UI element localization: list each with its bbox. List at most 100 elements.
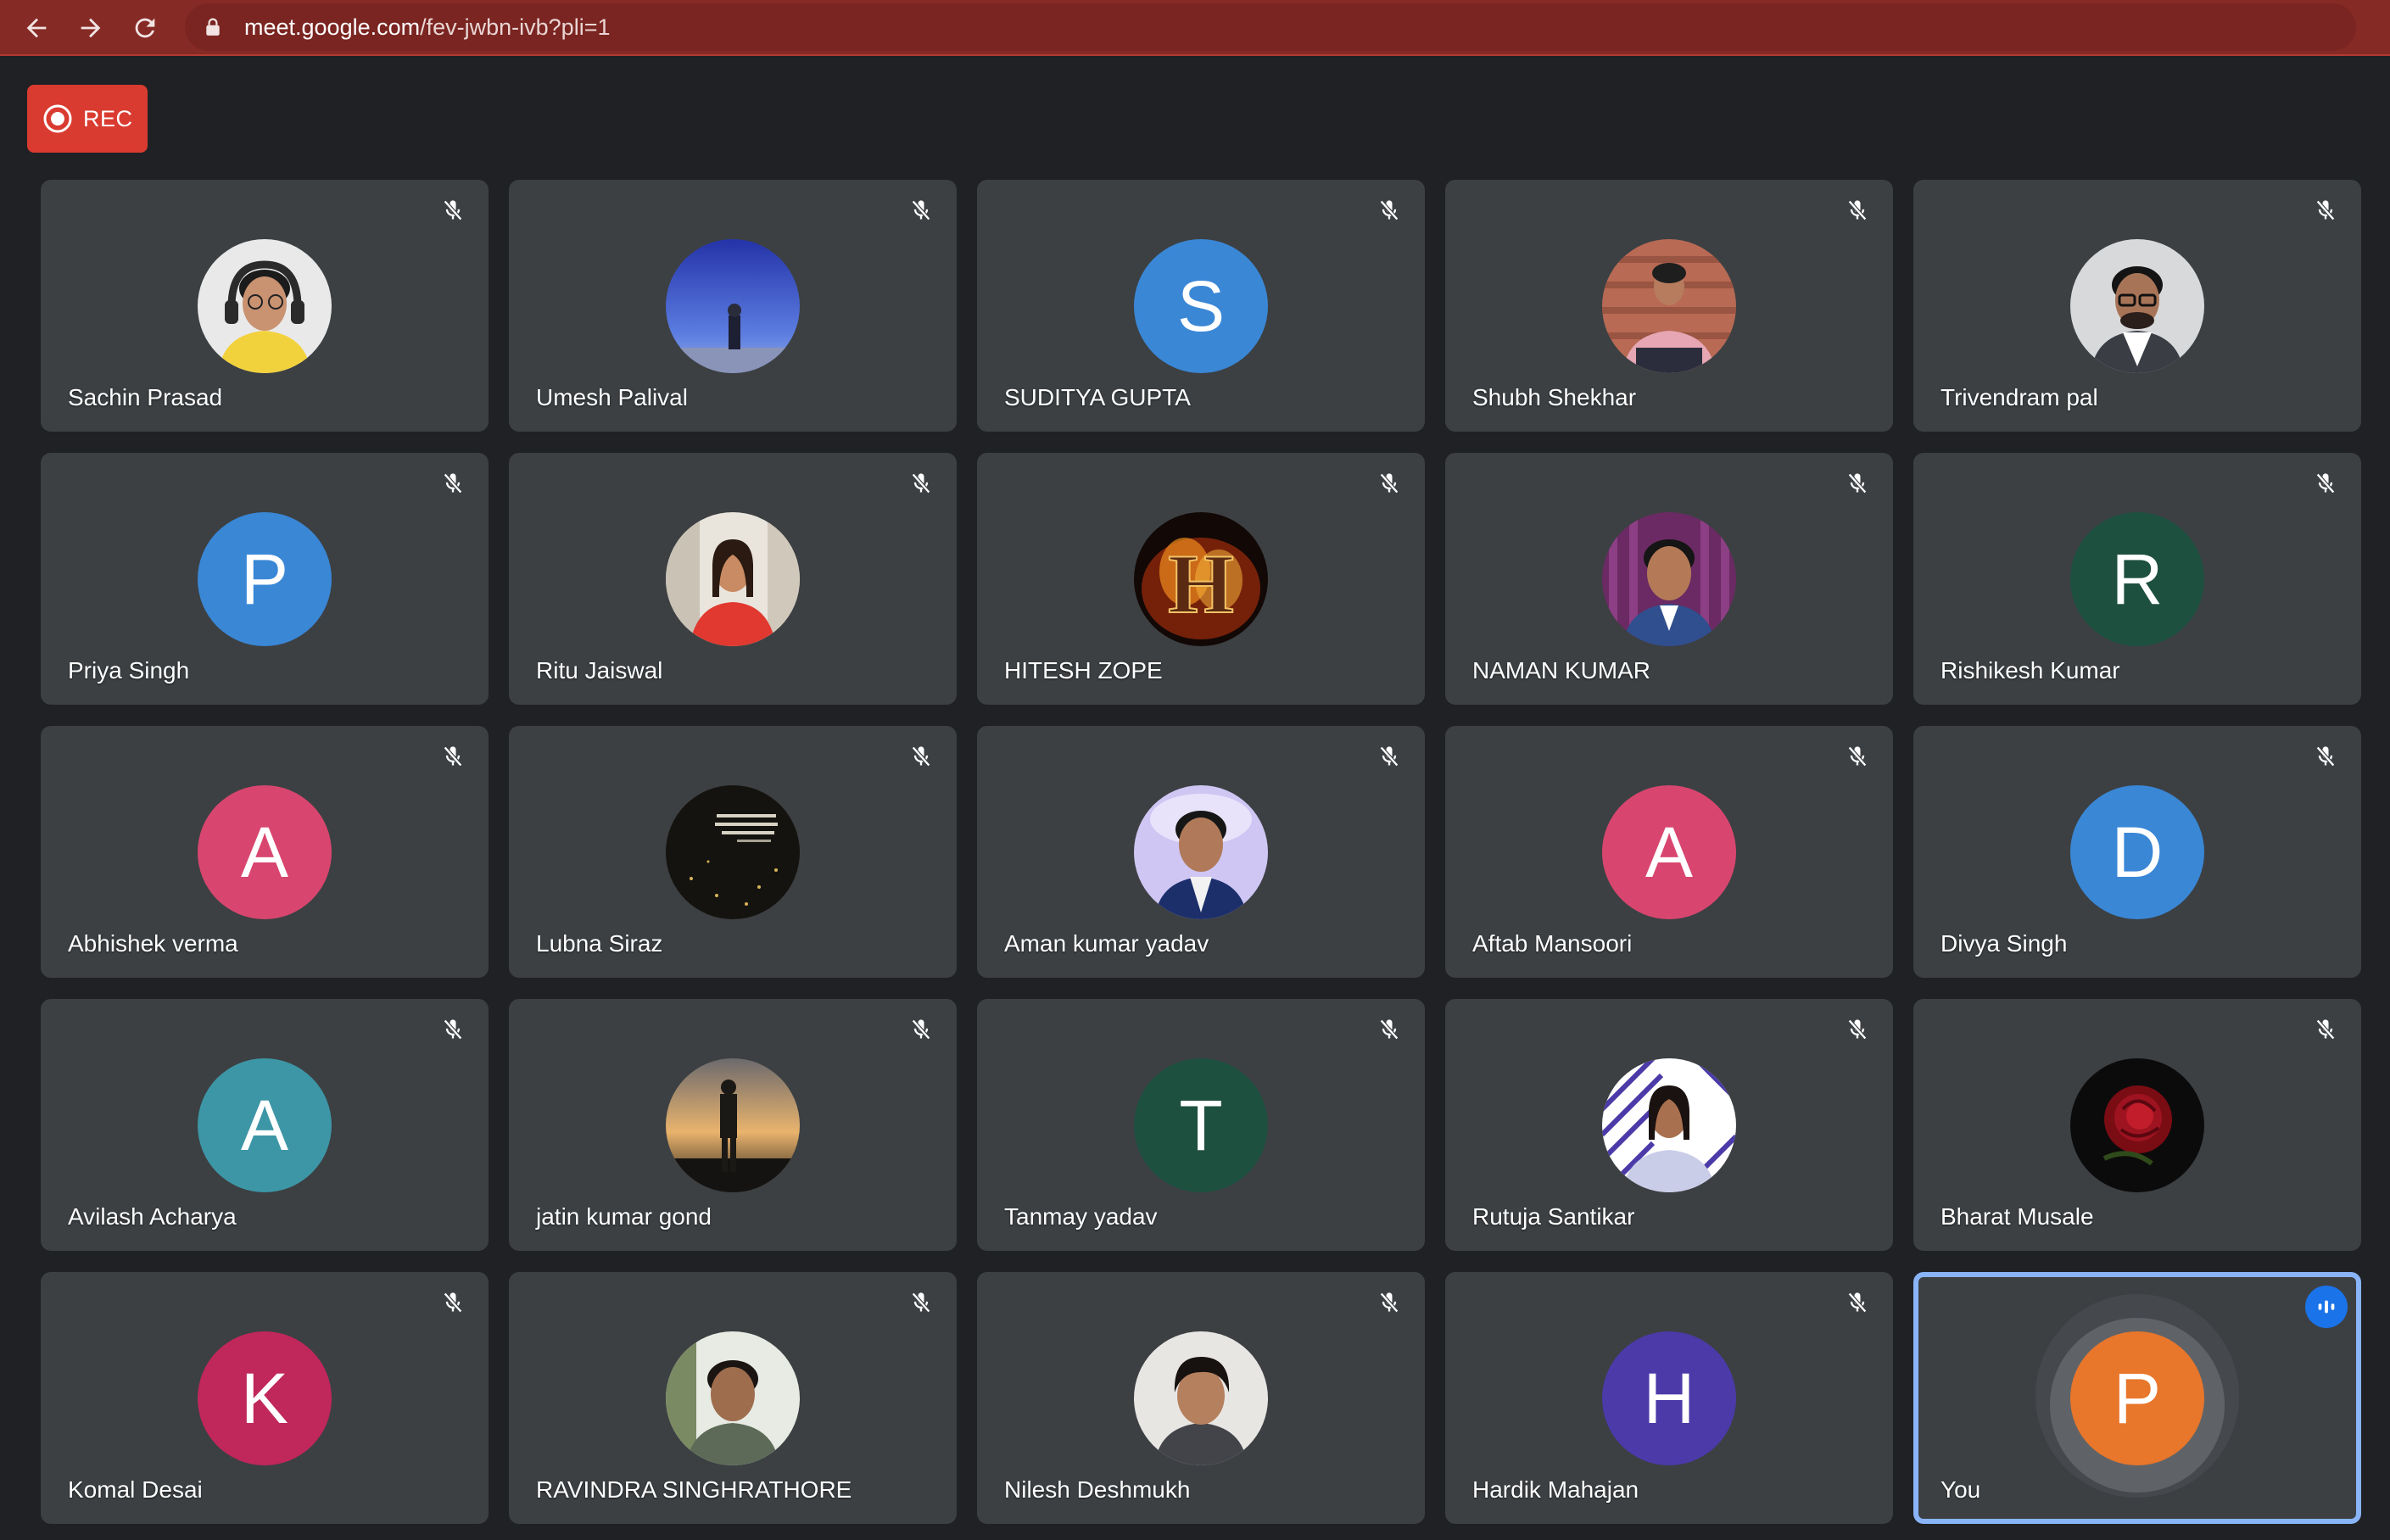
participant-tile[interactable]: K Komal Desai xyxy=(41,1272,489,1524)
mic-off-icon[interactable] xyxy=(1840,1013,1874,1046)
mic-off-icon[interactable] xyxy=(904,739,938,773)
mic-off-icon[interactable] xyxy=(436,1286,470,1320)
back-button[interactable] xyxy=(15,7,58,49)
participant-name: RAVINDRA SINGHRATHORE xyxy=(536,1476,852,1503)
avatar-photo xyxy=(2070,1058,2204,1192)
avatar-photo xyxy=(1602,512,1736,646)
participant-tile[interactable]: T Tanmay yadav xyxy=(977,999,1425,1251)
participant-name: Umesh Palival xyxy=(536,384,688,410)
participant-tile-self[interactable]: P You xyxy=(1913,1272,2361,1524)
participant-name: Abhishek verma xyxy=(68,930,238,957)
participant-tile[interactable]: Lubna Siraz xyxy=(509,726,957,978)
avatar: A xyxy=(198,1058,332,1192)
mic-off-icon[interactable] xyxy=(2309,739,2343,773)
mic-off-icon[interactable] xyxy=(1840,1286,1874,1320)
avatar: H xyxy=(1602,1331,1736,1465)
avatar-photo xyxy=(666,239,800,373)
participant-tile[interactable]: H Hardik Mahajan xyxy=(1445,1272,1893,1524)
participant-name: Shubh Shekhar xyxy=(1472,384,1637,410)
browser-toolbar: meet.google.com/fev-jwbn-ivb?pli=1 xyxy=(0,0,2390,56)
mic-off-icon[interactable] xyxy=(1840,193,1874,227)
mic-off-icon[interactable] xyxy=(904,193,938,227)
mic-off-icon[interactable] xyxy=(436,739,470,773)
participant-name: Nilesh Deshmukh xyxy=(1004,1476,1191,1503)
participant-tile[interactable]: Umesh Palival xyxy=(509,180,957,432)
mic-off-icon[interactable] xyxy=(904,466,938,500)
participant-name: Hardik Mahajan xyxy=(1472,1476,1639,1503)
participant-name: Avilash Acharya xyxy=(68,1203,237,1230)
participant-name: Tanmay yadav xyxy=(1004,1203,1158,1230)
recording-button[interactable]: REC xyxy=(27,85,148,153)
participant-tile[interactable]: S SUDITYA GUPTA xyxy=(977,180,1425,432)
participant-tile[interactable]: Aman kumar yadav xyxy=(977,726,1425,978)
avatar: D xyxy=(2070,785,2204,919)
mic-off-icon[interactable] xyxy=(1372,466,1406,500)
forward-button[interactable] xyxy=(70,7,112,49)
recording-label: REC xyxy=(83,105,133,131)
participant-tile[interactable]: A Avilash Acharya xyxy=(41,999,489,1251)
participant-tile[interactable]: jatin kumar gond xyxy=(509,999,957,1251)
avatar-photo xyxy=(1134,1331,1268,1465)
avatar-initial: A xyxy=(240,1085,289,1165)
participant-tile[interactable]: D Divya Singh xyxy=(1913,726,2361,978)
participant-name: NAMAN KUMAR xyxy=(1472,657,1651,684)
avatar-photo xyxy=(198,239,332,373)
mic-off-icon[interactable] xyxy=(904,1013,938,1046)
avatar: A xyxy=(1602,785,1736,919)
mic-off-icon[interactable] xyxy=(2309,193,2343,227)
url-domain: meet.google.com xyxy=(244,14,421,40)
record-icon xyxy=(43,104,72,133)
mic-off-icon[interactable] xyxy=(1840,466,1874,500)
participant-tile[interactable]: Nilesh Deshmukh xyxy=(977,1272,1425,1524)
avatar-initial: D xyxy=(2111,812,2164,892)
participant-tile[interactable]: H HITESH ZOPE xyxy=(977,453,1425,705)
participant-tile[interactable]: Rutuja Santikar xyxy=(1445,999,1893,1251)
participant-tile[interactable]: Shubh Shekhar xyxy=(1445,180,1893,432)
arrow-left-icon xyxy=(26,18,47,38)
mic-off-icon[interactable] xyxy=(2309,466,2343,500)
participant-tile[interactable]: Ritu Jaiswal xyxy=(509,453,957,705)
participant-tile[interactable]: RAVINDRA SINGHRATHORE xyxy=(509,1272,957,1524)
participant-tile[interactable]: P Priya Singh xyxy=(41,453,489,705)
avatar-photo xyxy=(666,1331,800,1465)
avatar-photo xyxy=(1602,239,1736,373)
participant-name: Bharat Musale xyxy=(1940,1203,2094,1230)
mic-off-icon[interactable] xyxy=(436,193,470,227)
avatar: S xyxy=(1134,239,1268,373)
avatar: R xyxy=(2070,512,2204,646)
reload-button[interactable] xyxy=(124,7,166,49)
participant-tile[interactable]: A Abhishek verma xyxy=(41,726,489,978)
mic-off-icon[interactable] xyxy=(436,1013,470,1046)
avatar-initial: P xyxy=(240,539,289,619)
address-bar[interactable]: meet.google.com/fev-jwbn-ivb?pli=1 xyxy=(185,3,2356,51)
participant-name: Aftab Mansoori xyxy=(1472,930,1633,957)
mic-off-icon[interactable] xyxy=(1372,1286,1406,1320)
participant-tile[interactable]: NAMAN KUMAR xyxy=(1445,453,1893,705)
avatar: P xyxy=(2070,1331,2204,1465)
participant-tile[interactable]: Sachin Prasad xyxy=(41,180,489,432)
avatar-initial: A xyxy=(240,812,289,892)
avatar-initial: R xyxy=(2111,539,2164,619)
participant-name: Trivendram pal xyxy=(1940,384,2098,410)
url-text: meet.google.com/fev-jwbn-ivb?pli=1 xyxy=(244,14,610,41)
participant-name: SUDITYA GUPTA xyxy=(1004,384,1191,410)
avatar-photo xyxy=(666,785,800,919)
avatar-initial: A xyxy=(1645,812,1694,892)
participant-name: Ritu Jaiswal xyxy=(536,657,663,684)
avatar-initial: H xyxy=(1643,1359,1695,1438)
participant-tile[interactable]: A Aftab Mansoori xyxy=(1445,726,1893,978)
mic-off-icon[interactable] xyxy=(1840,739,1874,773)
participant-tile[interactable]: Bharat Musale xyxy=(1913,999,2361,1251)
mic-off-icon[interactable] xyxy=(2309,1013,2343,1046)
avatar-initial: P xyxy=(2113,1359,2162,1438)
participant-tile[interactable]: R Rishikesh Kumar xyxy=(1913,453,2361,705)
avatar: A xyxy=(198,785,332,919)
mic-off-icon[interactable] xyxy=(1372,739,1406,773)
participant-name: HITESH ZOPE xyxy=(1004,657,1163,684)
participant-tile[interactable]: Trivendram pal xyxy=(1913,180,2361,432)
mic-off-icon[interactable] xyxy=(436,466,470,500)
mic-off-icon[interactable] xyxy=(1372,193,1406,227)
mic-off-icon[interactable] xyxy=(1372,1013,1406,1046)
avatar-photo xyxy=(666,1058,800,1192)
mic-off-icon[interactable] xyxy=(904,1286,938,1320)
